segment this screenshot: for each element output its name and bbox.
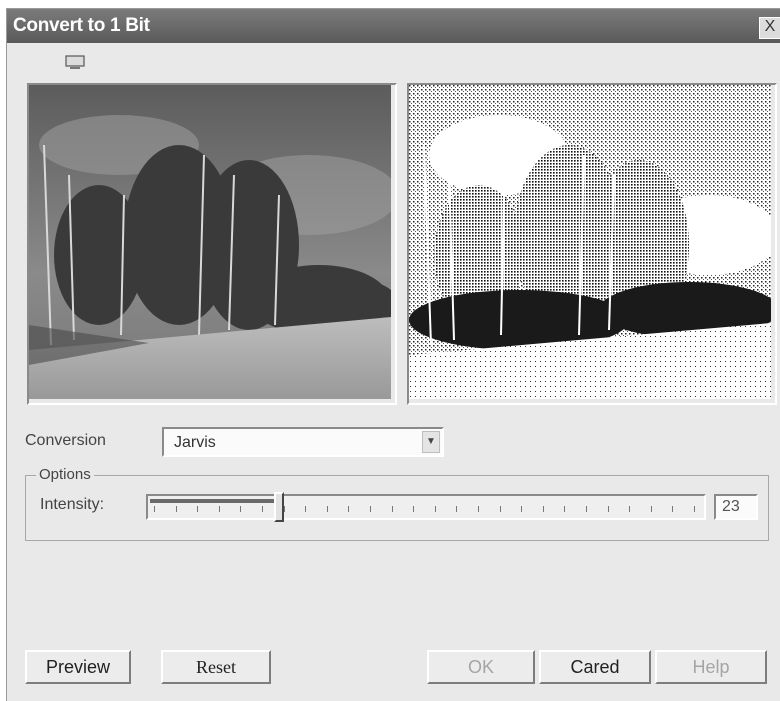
slider-tick	[650, 506, 652, 512]
slider-tick	[499, 506, 501, 512]
chevron-down-icon[interactable]: ▼	[422, 431, 440, 453]
slider-tick	[348, 506, 350, 512]
options-group: Options Intensity: 23	[25, 466, 769, 541]
slider-tick	[218, 506, 220, 512]
convert-dialog: Convert to 1 Bit X Conversion Jarvis ▼ O…	[6, 8, 780, 701]
slider-tick	[175, 506, 177, 512]
slider-tick	[521, 506, 523, 512]
slider-tick	[413, 506, 415, 512]
conversion-value: Jarvis	[174, 434, 216, 451]
intensity-slider[interactable]	[146, 492, 706, 522]
intensity-label: Intensity:	[40, 496, 105, 513]
close-button[interactable]: X	[759, 17, 780, 39]
dithered-image	[409, 85, 771, 399]
ok-button[interactable]: OK	[427, 650, 535, 684]
converted-preview[interactable]	[407, 83, 777, 405]
conversion-select[interactable]: Jarvis ▼	[162, 427, 444, 457]
slider-thumb[interactable]	[273, 492, 284, 522]
cancel-button[interactable]: Cared	[539, 650, 651, 684]
slider-tick	[283, 506, 285, 512]
reset-button[interactable]: Reset	[161, 650, 271, 684]
slider-tick	[240, 506, 242, 512]
slider-tick	[434, 506, 436, 512]
slider-tick	[607, 506, 609, 512]
dialog-title: Convert to 1 Bit	[13, 15, 150, 36]
preview-button[interactable]: Preview	[25, 650, 131, 684]
title-bar[interactable]: Convert to 1 Bit X	[7, 9, 780, 43]
slider-tick	[370, 506, 371, 512]
slider-tick	[262, 506, 263, 512]
slider-tick	[305, 506, 307, 512]
slider-tick	[564, 506, 566, 512]
intensity-value-field[interactable]: 23	[714, 494, 758, 520]
help-button[interactable]: Help	[655, 650, 767, 684]
original-preview[interactable]	[27, 83, 397, 405]
slider-tick	[197, 506, 199, 512]
slider-fill	[150, 499, 274, 503]
slider-tick	[326, 506, 328, 512]
slider-tick	[694, 506, 695, 512]
slider-tick	[456, 506, 458, 512]
original-image	[29, 85, 391, 399]
slider-tick	[154, 506, 155, 512]
close-icon: X	[764, 18, 776, 35]
slider-tick	[542, 506, 544, 512]
slider-tick	[391, 506, 393, 512]
monitor-icon[interactable]	[65, 55, 85, 71]
slider-tick	[629, 506, 631, 512]
options-legend: Options	[36, 466, 94, 483]
slider-tick	[672, 506, 674, 512]
conversion-label: Conversion	[25, 432, 106, 449]
slider-tick	[586, 506, 587, 512]
slider-tick	[478, 506, 479, 512]
